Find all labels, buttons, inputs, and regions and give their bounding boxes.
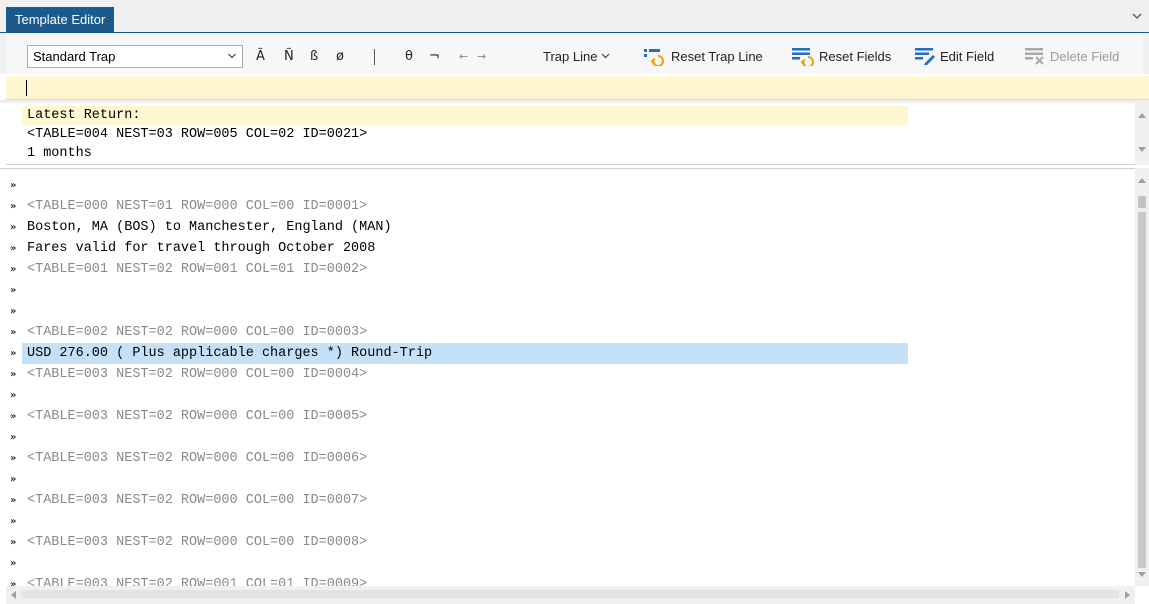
content-line[interactable]: Boston, MA (BOS) to Manchester, England …	[27, 217, 392, 238]
horizontal-scrollbar[interactable]	[6, 586, 1135, 604]
horizontal-scroll-thumb[interactable]	[22, 590, 1119, 598]
reset-trap-line-button[interactable]: Reset Trap Line	[643, 44, 763, 68]
delete-field-label: Delete Field	[1050, 48, 1120, 64]
content-line[interactable]: Fares valid for travel through October 2…	[27, 238, 375, 259]
char-not-button[interactable]: ¬	[429, 46, 440, 68]
line-marker-icon[interactable]: »	[10, 286, 20, 296]
scroll-up-icon[interactable]	[1138, 112, 1146, 118]
scroll-track-fill	[1138, 212, 1146, 568]
char-a-tilde-button[interactable]: Ã	[256, 46, 265, 68]
scroll-down-icon[interactable]	[1138, 572, 1146, 578]
delete-field-icon	[1025, 48, 1044, 65]
table-tag-line[interactable]: <TABLE=003 NEST=02 ROW=000 COL=00 ID=000…	[27, 406, 367, 427]
reset-fields-button[interactable]: Reset Fields	[791, 44, 891, 68]
text-caret	[26, 80, 27, 96]
line-marker-icon[interactable]: »	[10, 412, 20, 422]
line-marker-icon[interactable]: »	[10, 517, 20, 527]
table-tag-line[interactable]: <TABLE=003 NEST=02 ROW=000 COL=00 ID=000…	[27, 448, 367, 469]
line-marker-icon[interactable]: »	[10, 244, 20, 254]
table-tag-line[interactable]: <TABLE=003 NEST=02 ROW=000 COL=00 ID=000…	[27, 364, 367, 385]
table-tag-line[interactable]: <TABLE=003 NEST=02 ROW=000 COL=00 ID=000…	[27, 532, 367, 553]
table-tag-line[interactable]: <TABLE=003 NEST=02 ROW=000 COL=00 ID=000…	[27, 490, 367, 511]
table-tag-line[interactable]: <TABLE=001 NEST=02 ROW=001 COL=01 ID=000…	[27, 259, 367, 280]
latest-return-highlight	[22, 106, 908, 125]
latest-return-tag: <TABLE=004 NEST=03 ROW=005 COL=02 ID=002…	[27, 127, 368, 142]
line-marker-icon[interactable]: »	[10, 475, 20, 485]
line-marker-icon[interactable]: »	[10, 349, 20, 359]
line-marker-icon[interactable]: »	[10, 538, 20, 548]
line-marker-icon[interactable]: »	[10, 370, 20, 380]
line-marker-icon[interactable]: »	[10, 181, 20, 191]
move-left-button[interactable]: ←	[459, 46, 468, 68]
line-marker-icon[interactable]: »	[10, 559, 20, 569]
reset-trap-line-label: Reset Trap Line	[671, 48, 763, 64]
char-n-tilde-button[interactable]: Ñ	[284, 46, 294, 68]
trap-content-scrollbar[interactable]	[1135, 168, 1149, 586]
trap-input-line[interactable]	[6, 76, 1149, 100]
trap-line-label: Trap Line	[543, 48, 598, 64]
char-sharp-s-button[interactable]: ß	[310, 46, 318, 68]
latest-return-title: Latest Return:	[27, 108, 141, 123]
move-right-button[interactable]: →	[477, 46, 486, 68]
chevron-down-icon[interactable]	[1131, 10, 1143, 22]
edit-field-icon	[915, 48, 935, 65]
scroll-thumb[interactable]	[1138, 196, 1146, 208]
edit-field-button[interactable]: Edit Field	[914, 44, 994, 68]
line-marker-icon[interactable]: »	[10, 328, 20, 338]
reset-fields-label: Reset Fields	[819, 48, 892, 64]
char-theta-button[interactable]: θ	[405, 46, 413, 68]
line-marker-icon[interactable]: »	[10, 433, 20, 443]
line-marker-icon[interactable]: »	[10, 496, 20, 506]
tab-template-editor[interactable]: Template Editor	[6, 7, 115, 32]
selected-trap-line[interactable]: USD 276.00 ( Plus applicable charges *) …	[27, 343, 432, 364]
toolbar-separator	[374, 49, 375, 65]
reset-trap-line-icon	[644, 49, 664, 66]
scroll-down-icon[interactable]	[1138, 147, 1146, 153]
delete-field-button[interactable]: Delete Field	[1024, 44, 1119, 68]
trap-type-value: Standard Trap	[33, 49, 116, 64]
line-marker-icon[interactable]: »	[10, 391, 20, 401]
trap-type-select[interactable]: Standard Trap	[27, 45, 243, 68]
reset-fields-icon	[792, 48, 814, 66]
table-tag-line[interactable]: <TABLE=000 NEST=01 ROW=000 COL=00 ID=000…	[27, 196, 367, 217]
line-marker-icon[interactable]: »	[10, 202, 20, 212]
line-marker-icon[interactable]: »	[10, 265, 20, 275]
edit-field-label: Edit Field	[940, 48, 995, 64]
line-marker-icon[interactable]: »	[10, 223, 20, 233]
latest-return-value: 1 months	[27, 146, 92, 161]
chevron-down-icon	[228, 53, 236, 59]
scroll-right-icon[interactable]	[1125, 591, 1131, 599]
line-marker-icon[interactable]: »	[10, 307, 20, 317]
table-tag-line[interactable]: <TABLE=002 NEST=02 ROW=000 COL=00 ID=000…	[27, 322, 367, 343]
scroll-up-icon[interactable]	[1138, 177, 1146, 183]
trap-line-dropdown[interactable]: Trap Line	[543, 44, 610, 68]
editor-header: Template Editor	[0, 0, 1149, 32]
char-o-slash-button[interactable]: ø	[336, 46, 344, 68]
scroll-left-icon[interactable]	[10, 591, 16, 599]
line-marker-icon[interactable]: »	[10, 454, 20, 464]
latest-return-scrollbar[interactable]	[1135, 103, 1149, 165]
chevron-down-icon	[602, 53, 610, 59]
